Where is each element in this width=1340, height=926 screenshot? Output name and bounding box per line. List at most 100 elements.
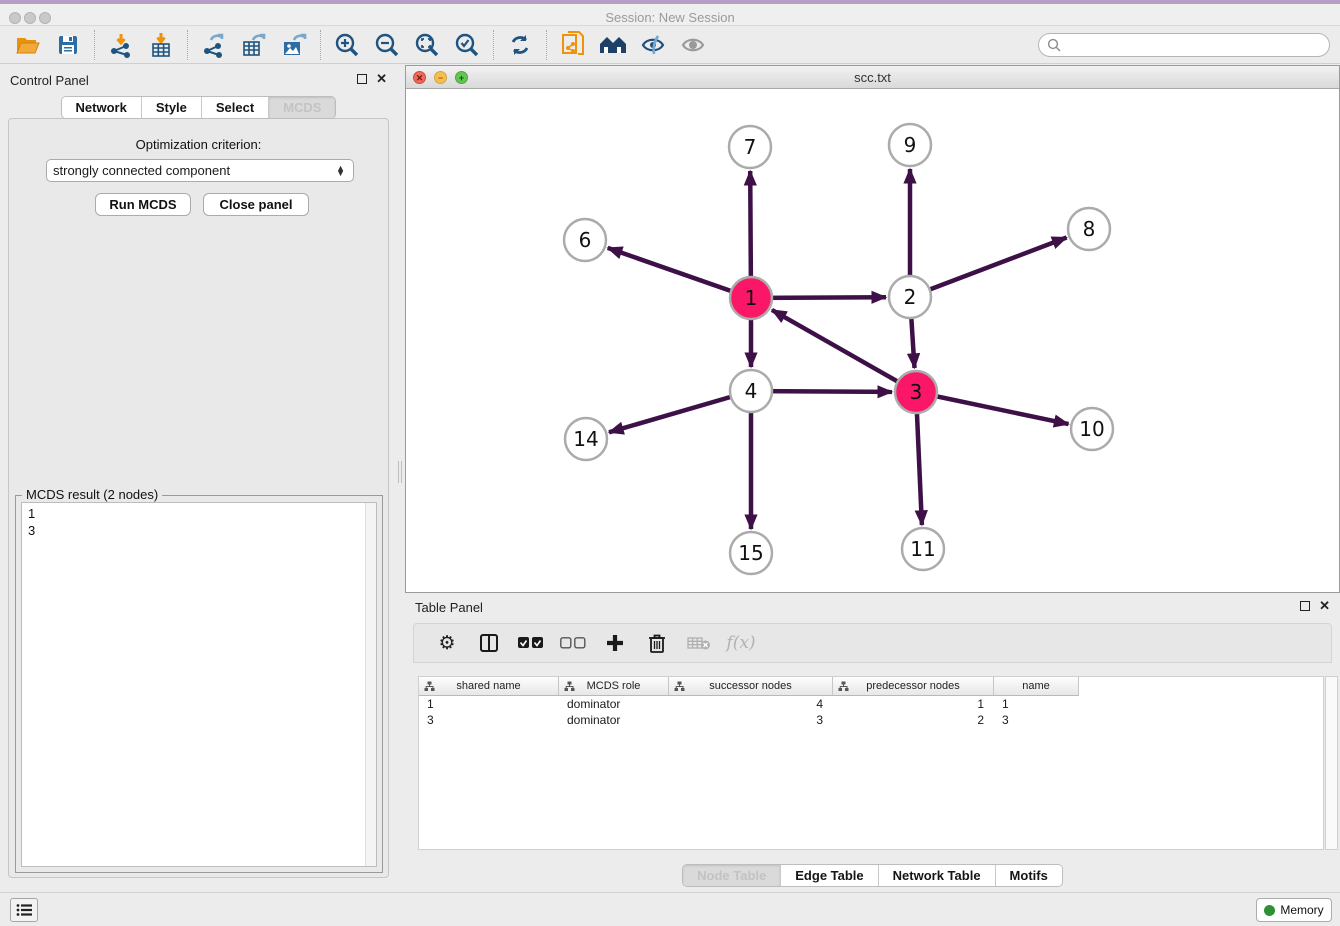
vertical-splitter[interactable] [398,461,402,483]
mcds-result-area[interactable]: 1 3 [21,502,377,867]
zoom-selected-icon[interactable] [447,28,487,62]
delete-column-icon[interactable] [644,630,670,656]
table-row[interactable]: 3dominator323 [419,712,1323,728]
column-header-MCDS-role[interactable]: MCDS role [559,677,669,696]
memory-button[interactable]: Memory [1256,898,1332,922]
tab-group: NetworkStyleSelectMCDS [61,96,337,119]
graph-edge-2-8[interactable] [910,238,1067,298]
tab-style[interactable]: Style [141,97,201,118]
export-table-icon[interactable] [234,28,274,62]
node-label: 4 [745,379,758,403]
graph-node-9[interactable]: 9 [889,124,931,166]
network-window-titlebar[interactable]: ✕ − + scc.txt [406,66,1339,89]
tab-edge-table[interactable]: Edge Table [780,865,877,886]
graph-node-6[interactable]: 6 [564,219,606,261]
cell-predecessor-nodes[interactable]: 2 [833,712,994,728]
cell-name[interactable]: 1 [994,696,1079,712]
column-header-shared-name[interactable]: shared name [419,677,559,696]
graph-node-14[interactable]: 14 [565,418,607,460]
close-panel-button[interactable]: Close panel [203,193,309,216]
node-label: 3 [910,380,923,404]
cell-MCDS-role[interactable]: dominator [559,712,669,728]
search-input[interactable] [1061,35,1329,55]
graph-node-1[interactable]: 1 [730,277,772,319]
save-session-icon[interactable] [48,28,88,62]
column-layout-icon[interactable] [476,630,502,656]
graph-edge-3-1[interactable] [772,310,916,392]
cell-MCDS-role[interactable]: dominator [559,696,669,712]
show-graphics-details-icon[interactable] [673,28,713,62]
network-canvas[interactable]: 1 2 3 4 6 7 8 9 10 11 14 15 [406,89,1339,592]
zoom-fit-icon[interactable] [407,28,447,62]
graph-node-10[interactable]: 10 [1071,408,1113,450]
column-label: successor nodes [709,680,792,692]
table-header-row: shared name MCDS role successor nodes prede… [419,677,1323,696]
tab-network[interactable]: Network [62,97,141,118]
graph-node-7[interactable]: 7 [729,126,771,168]
network-file-icon[interactable] [553,28,593,62]
add-column-icon[interactable] [602,630,628,656]
table-scrollbar[interactable] [1325,676,1338,850]
graph-node-3[interactable]: 3 [895,371,937,413]
tab-node-table[interactable]: Node Table [683,865,780,886]
table-row[interactable]: 1dominator411 [419,696,1323,712]
cell-shared-name[interactable]: 3 [419,712,559,728]
unselect-all-columns-icon[interactable] [560,630,586,656]
export-image-icon[interactable] [274,28,314,62]
column-label: shared name [456,680,520,692]
result-scrollbar[interactable] [365,503,376,866]
column-header-successor-nodes[interactable]: successor nodes [669,677,833,696]
cell-predecessor-nodes[interactable]: 1 [833,696,994,712]
export-network-icon[interactable] [194,28,234,62]
search-box[interactable] [1038,33,1330,57]
network-window-title: scc.txt [406,70,1339,85]
table-settings-icon[interactable]: ⚙ [434,630,460,656]
column-header-name[interactable]: name [994,677,1079,696]
criterion-dropdown[interactable]: strongly connected component ▲▼ [46,159,354,182]
hierarchy-icon [564,681,575,692]
hierarchy-icon [674,681,685,692]
status-bar: Memory [0,892,1340,926]
memory-status-icon [1264,905,1275,916]
task-history-button[interactable] [10,898,38,922]
cell-name[interactable]: 3 [994,712,1079,728]
import-table-icon[interactable] [141,28,181,62]
node-label: 14 [573,427,598,451]
open-session-icon[interactable] [8,28,48,62]
cell-successor-nodes[interactable]: 3 [669,712,833,728]
float-panel-icon[interactable] [357,74,367,84]
chevron-up-down-icon: ▲▼ [336,166,347,176]
table-toolbar: ⚙ f(x) [413,623,1332,663]
graph-node-15[interactable]: 15 [730,532,772,574]
close-panel-icon[interactable]: ✕ [1319,601,1330,611]
graph-edge-1-6[interactable] [608,248,751,298]
float-panel-icon[interactable] [1300,601,1310,611]
toolbar-separator [187,30,188,60]
cell-shared-name[interactable]: 1 [419,696,559,712]
tab-mcds[interactable]: MCDS [268,97,335,118]
zoom-in-icon[interactable] [327,28,367,62]
column-header-predecessor-nodes[interactable]: predecessor nodes [833,677,994,696]
select-all-columns-icon[interactable] [518,630,544,656]
node-label: 2 [904,285,917,309]
tab-select[interactable]: Select [201,97,268,118]
graph-node-2[interactable]: 2 [889,276,931,318]
mcds-result-box: MCDS result (2 nodes) 1 3 [15,495,383,873]
run-mcds-button[interactable]: Run MCDS [95,193,191,216]
node-label: 11 [910,537,935,561]
close-panel-icon[interactable]: ✕ [376,74,387,84]
node-label: 7 [744,135,757,159]
homes-icon[interactable] [593,28,633,62]
search-icon [1047,38,1061,52]
tab-network-table[interactable]: Network Table [878,865,995,886]
hide-graphics-details-icon[interactable] [633,28,673,62]
refresh-layout-icon[interactable] [500,28,540,62]
graph-node-4[interactable]: 4 [730,370,772,412]
cell-successor-nodes[interactable]: 4 [669,696,833,712]
graph-node-11[interactable]: 11 [902,528,944,570]
zoom-out-icon[interactable] [367,28,407,62]
graph-node-8[interactable]: 8 [1068,208,1110,250]
import-network-icon[interactable] [101,28,141,62]
tab-motifs[interactable]: Motifs [995,865,1062,886]
graph-edge-3-10[interactable] [916,392,1069,424]
